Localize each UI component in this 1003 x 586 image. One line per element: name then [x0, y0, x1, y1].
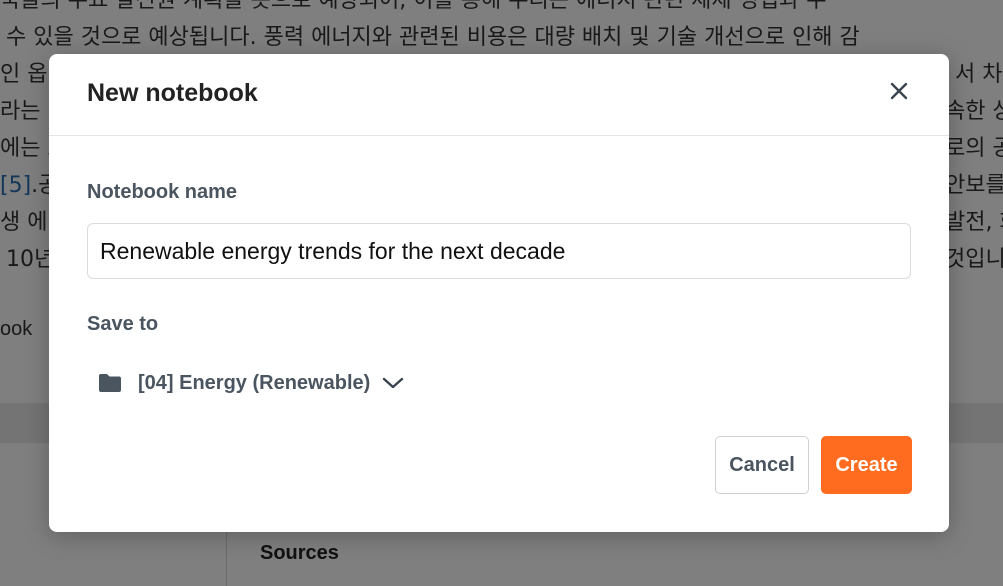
- folder-dropdown[interactable]: [04] Energy (Renewable): [98, 368, 404, 398]
- folder-icon: [99, 374, 121, 392]
- chevron-down-icon: [383, 377, 404, 389]
- dialog-header: New notebook: [49, 54, 949, 136]
- cancel-button[interactable]: Cancel: [715, 436, 809, 494]
- folder-name: [04] Energy (Renewable): [138, 371, 371, 394]
- close-icon: [890, 82, 908, 100]
- close-button[interactable]: [885, 77, 913, 105]
- new-notebook-dialog: New notebook Notebook name Save to [04] …: [49, 54, 949, 532]
- dialog-title: New notebook: [87, 79, 258, 107]
- notebook-name-label: Notebook name: [87, 181, 238, 203]
- create-button[interactable]: Create: [821, 436, 912, 494]
- notebook-name-input[interactable]: [87, 223, 911, 279]
- save-to-label: Save to: [87, 313, 159, 335]
